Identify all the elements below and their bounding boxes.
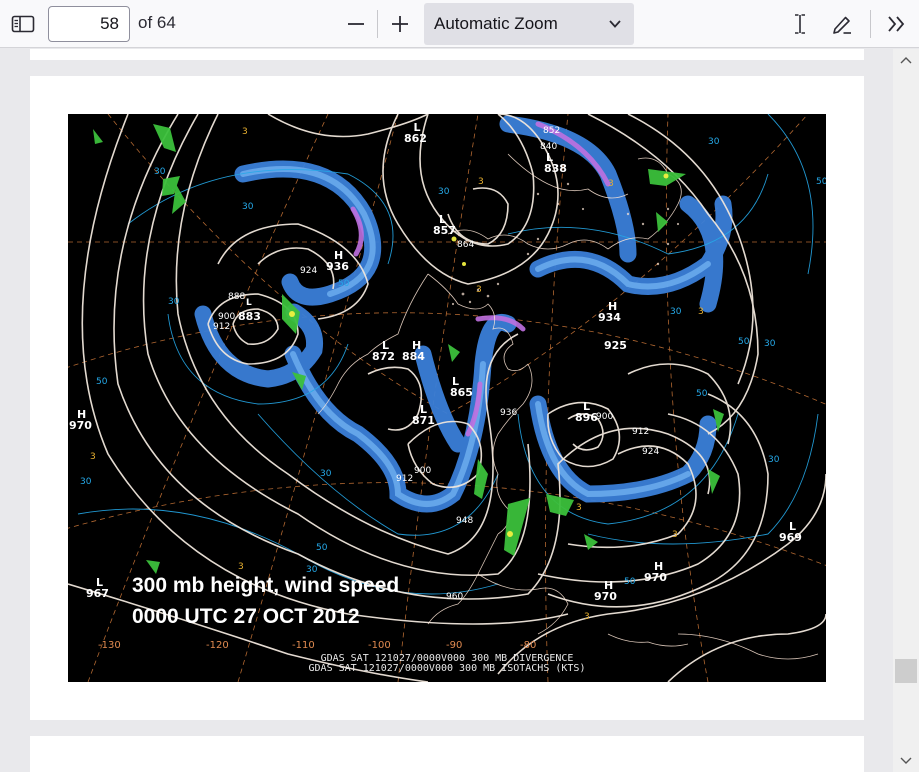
pressure-center-label: L 967 [86, 576, 109, 600]
text-tool-button[interactable] [784, 8, 816, 40]
pressure-center-label: 852 [543, 126, 561, 136]
vertical-scrollbar[interactable] [893, 49, 919, 772]
pressure-center-label: H 936 [326, 249, 349, 273]
pressure-center-label: 960 [446, 592, 464, 602]
current-page: 30 30 50 30 50 30 30 30 50 30 50 30 30 50 30 30 50 5… [30, 76, 864, 720]
longitude-label: -120 [206, 640, 229, 651]
longitude-label: -110 [292, 640, 315, 651]
svg-text:3: 3 [698, 307, 704, 317]
pressure-center-label: 912 [632, 427, 650, 437]
page-number-input[interactable] [48, 6, 130, 42]
pressure-center-label: L 871 [412, 403, 435, 427]
svg-text:30: 30 [80, 477, 92, 487]
pressure-center-label: H 970 [69, 408, 92, 432]
longitude-label: -130 [98, 640, 121, 651]
longitude-label: -100 [368, 640, 391, 651]
svg-text:30: 30 [154, 167, 166, 177]
svg-text:3: 3 [238, 562, 244, 572]
toolbar-separator [870, 10, 871, 38]
zoom-in-button[interactable] [384, 8, 416, 40]
svg-text:50: 50 [696, 389, 708, 399]
pressure-center-label: 948 [456, 516, 474, 526]
pressure-center-label: 883 [238, 310, 261, 323]
svg-text:30: 30 [168, 297, 180, 307]
svg-text:30: 30 [670, 307, 682, 317]
svg-text:3: 3 [242, 127, 248, 137]
previous-page [30, 49, 864, 60]
zoom-out-icon [348, 23, 364, 25]
double-chevron-right-icon [888, 16, 905, 32]
zoom-select-value: Automatic Zoom [434, 14, 558, 33]
pressure-center-label: L 896 [575, 400, 598, 424]
page-count-label: of 64 [138, 13, 176, 32]
pressure-center-label: L 838 [544, 151, 567, 175]
document-viewer[interactable]: 30 30 50 30 50 30 30 30 50 30 50 30 30 50 30 30 50 5… [0, 49, 893, 772]
svg-text:50: 50 [816, 177, 826, 187]
svg-text:3: 3 [476, 285, 482, 295]
scrollbar-thumb[interactable] [895, 659, 917, 683]
sidebar-toggle-button[interactable] [6, 8, 40, 40]
svg-text:3: 3 [90, 452, 96, 462]
pressure-center-label: 924 [642, 447, 660, 457]
svg-text:3: 3 [584, 612, 590, 622]
zoom-in-icon [392, 16, 408, 32]
zoom-out-button[interactable] [340, 8, 372, 40]
pdf-toolbar: of 64 Automatic Zoom [0, 0, 919, 48]
svg-text:30: 30 [438, 187, 450, 197]
pressure-center-label: 864 [457, 240, 475, 250]
longitude-label: -90 [446, 640, 463, 651]
weather-map-figure: 30 30 50 30 50 30 30 30 50 30 50 30 30 50 30 30 50 5… [68, 114, 826, 682]
svg-text:30: 30 [708, 137, 720, 147]
text-cursor-icon [795, 14, 805, 34]
chevron-down-icon [609, 20, 621, 28]
svg-text:30: 30 [768, 455, 780, 465]
svg-text:50: 50 [96, 377, 108, 387]
pressure-center-label: L 969 [779, 520, 802, 544]
toolbar-separator [377, 10, 378, 38]
figure-caption-time: 0000 UTC 27 OCT 2012 [132, 605, 360, 628]
svg-text:30: 30 [764, 339, 776, 349]
pressure-center-label: L 865 [450, 375, 473, 399]
svg-text:50: 50 [624, 577, 636, 587]
svg-text:50: 50 [338, 279, 350, 289]
pressure-center-label: 888 [228, 292, 246, 302]
longitude-label: -80 [520, 640, 537, 651]
pressure-center-label: L 872 [372, 339, 395, 363]
pressure-center-label: 924 [300, 266, 318, 276]
more-tools-button[interactable] [880, 8, 912, 40]
pressure-center-label: H 884 [402, 339, 425, 363]
svg-text:50: 50 [316, 543, 328, 553]
figure-footer-isotachs: GDAS SAT 121027/0000V000 300 MB ISOTACHS… [308, 663, 586, 674]
pressure-center-label: 912 [213, 322, 231, 332]
scroll-down-button[interactable] [893, 750, 919, 772]
zoom-select[interactable]: Automatic Zoom [424, 3, 634, 45]
svg-text:3: 3 [576, 503, 582, 513]
svg-text:3: 3 [478, 177, 484, 187]
pressure-center-label: H 970 [594, 579, 617, 603]
svg-text:3: 3 [608, 179, 614, 189]
pressure-center-label: L 862 [404, 121, 427, 145]
chevron-down-icon [900, 757, 912, 764]
sidebar-toggle-icon [11, 15, 35, 33]
svg-text:3: 3 [672, 530, 678, 540]
pressure-center-label: 912 [396, 474, 414, 484]
svg-text:30: 30 [320, 469, 332, 479]
pressure-center-label: L [246, 298, 252, 308]
pressure-center-label: L 857 [433, 213, 456, 237]
chevron-up-icon [900, 57, 912, 64]
next-page [30, 736, 864, 772]
pressure-center-label: 900 [596, 412, 614, 422]
pressure-center-label: H 970 [644, 560, 667, 584]
pressure-center-label: H 934 [598, 300, 621, 324]
figure-caption-title: 300 mb height, wind speed [132, 574, 400, 597]
svg-text:50: 50 [738, 337, 750, 347]
pressure-center-label: 925 [604, 339, 627, 352]
pressure-center-label: 936 [500, 408, 518, 418]
draw-tool-button[interactable] [826, 8, 858, 40]
draw-pen-icon [833, 16, 851, 34]
svg-text:30: 30 [242, 202, 254, 212]
pressure-center-label: 900 [414, 466, 432, 476]
scroll-up-button[interactable] [893, 49, 919, 71]
